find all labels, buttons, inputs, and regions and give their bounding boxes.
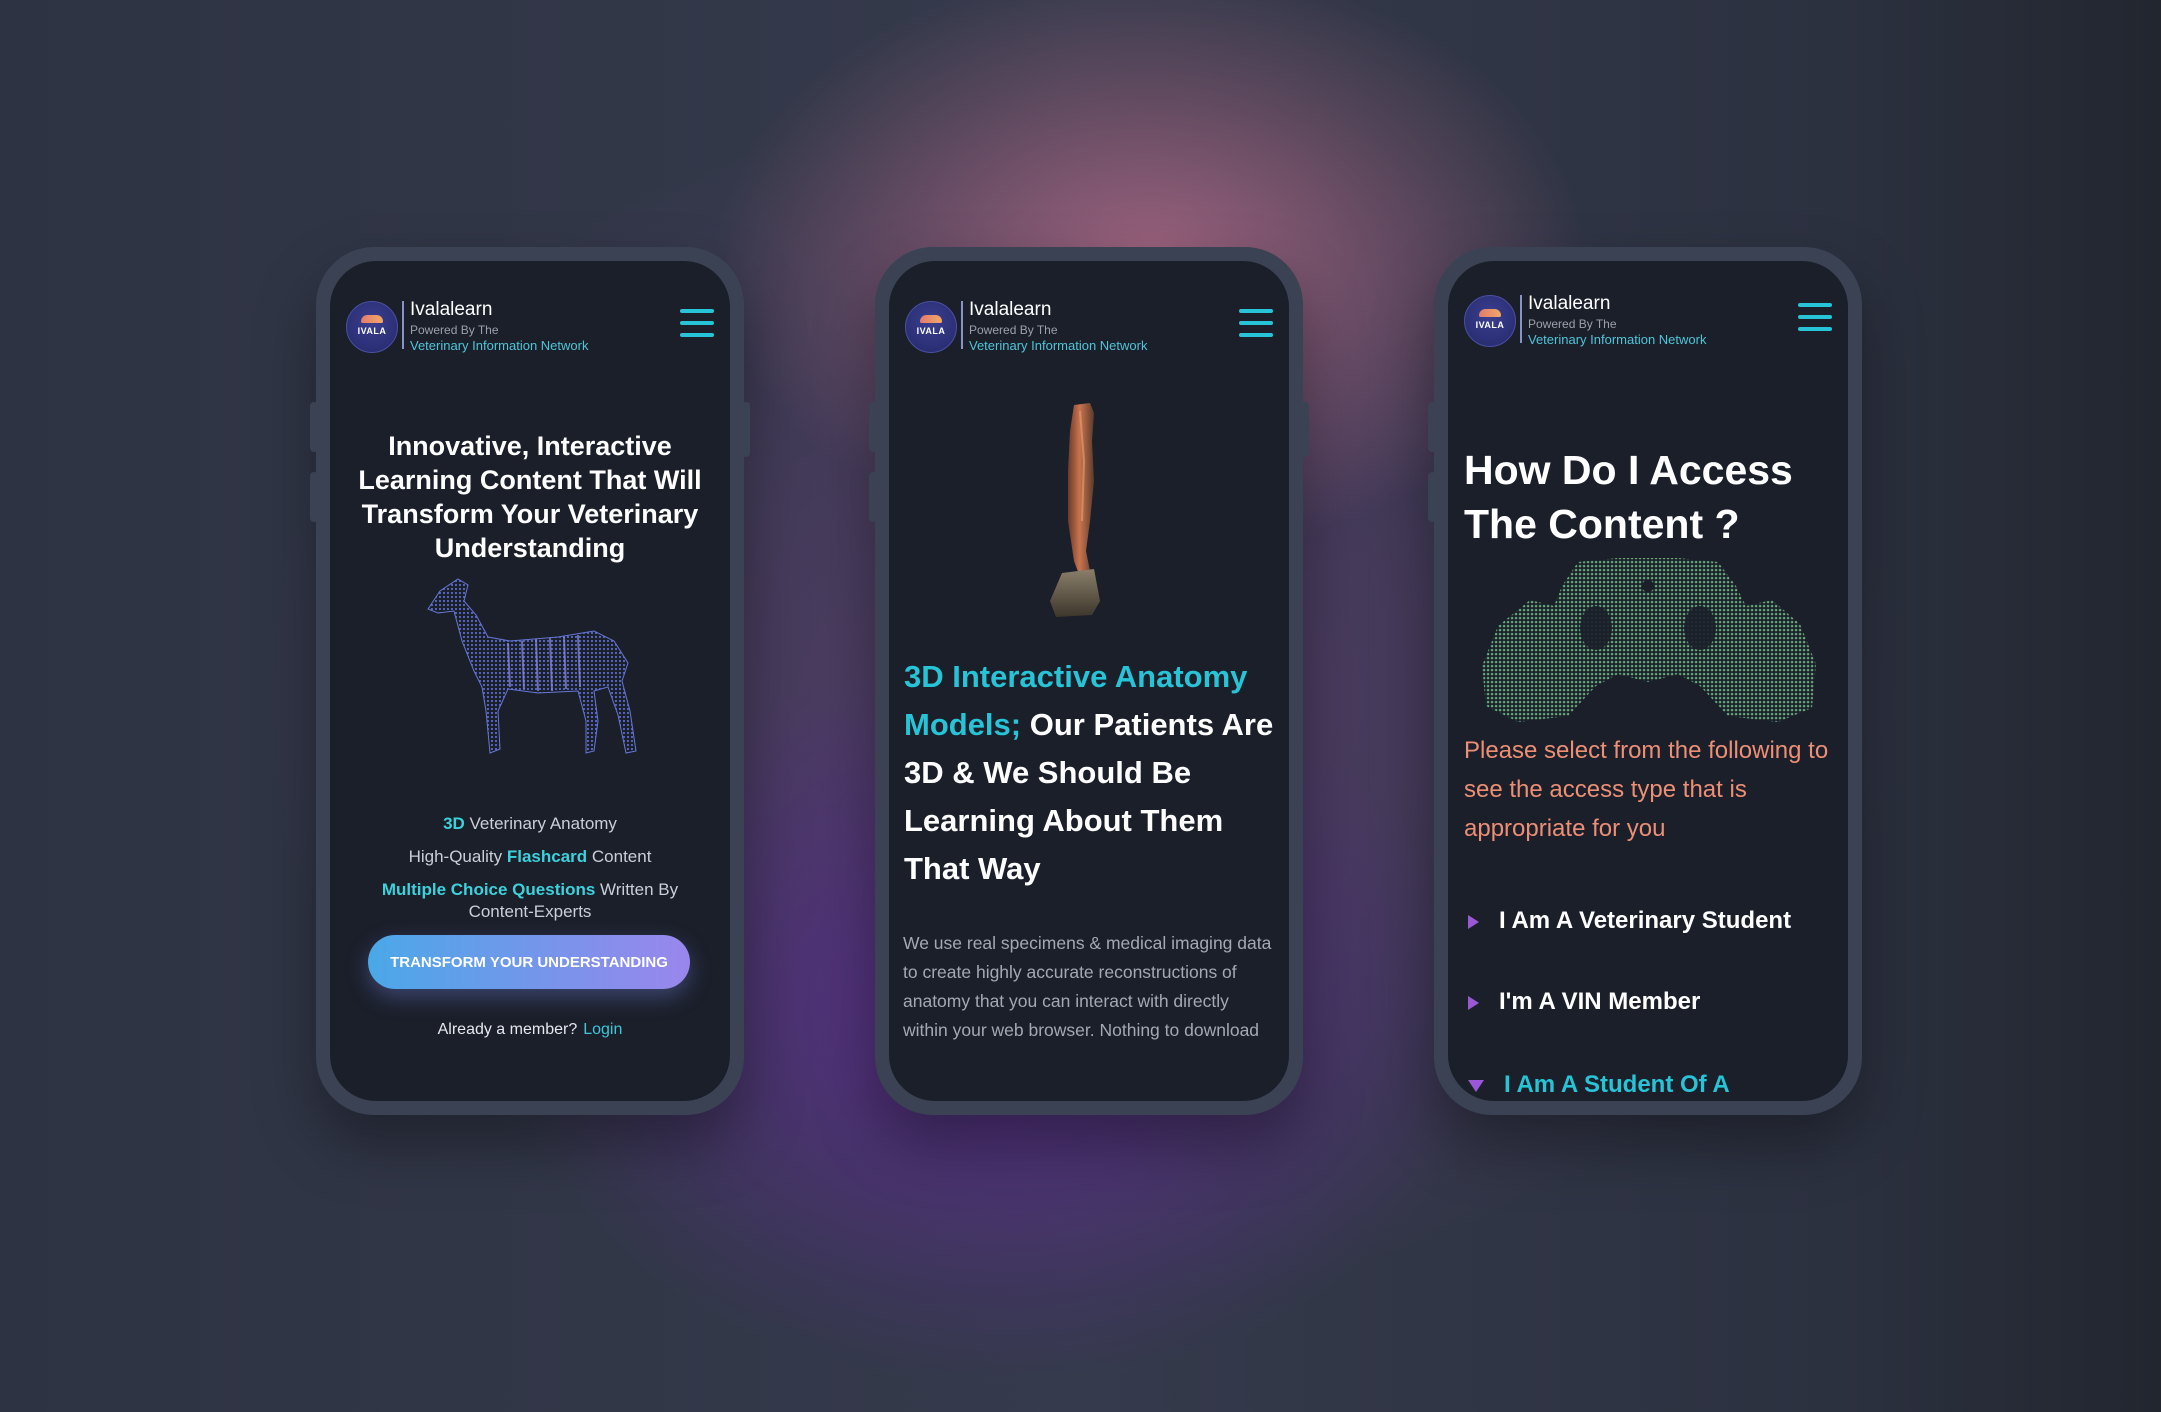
logo-mark-icon: [920, 315, 942, 323]
models-description: We use real specimens & medical imaging …: [903, 933, 1272, 1040]
transform-understanding-button[interactable]: TRANSFORM YOUR UNDERSTANDING: [368, 935, 690, 989]
phone-side-button: [1428, 472, 1436, 522]
hamburger-menu-icon[interactable]: [680, 309, 714, 339]
access-prompt: Please select from the following to see …: [1464, 737, 1829, 842]
triangle-down-icon: [1468, 1079, 1484, 1092]
feature-3d-anatomy: 3D Veterinary Anatomy: [443, 814, 617, 833]
models-headline: 3D Interactive Anatomy Models; Our Patie…: [904, 653, 1277, 893]
triangle-right-icon: [1468, 914, 1479, 929]
horse-skeleton-image: [427, 578, 637, 754]
phone-power-button: [742, 402, 750, 457]
hamburger-menu-icon[interactable]: [1798, 303, 1832, 333]
phone-side-button: [1428, 402, 1436, 452]
feature-flashcards: High-Quality Flashcard Content: [408, 847, 652, 866]
phone-side-button: [869, 402, 877, 452]
brand-network: Veterinary Information Network: [1528, 332, 1707, 347]
brand-name: Ivalalearn: [969, 299, 1052, 320]
logo-text: IVALA: [1475, 320, 1505, 330]
phone-power-button: [1301, 402, 1309, 457]
site-header: IVALA Ivalalearn Powered By The Veterina…: [346, 297, 714, 357]
ivala-logo[interactable]: IVALA: [346, 301, 398, 353]
hero-headline: Innovative, Interactive Learning Content…: [358, 431, 702, 563]
option-label: I Am A Student Of A: [1504, 1071, 1730, 1098]
access-headline: How Do I Access The Content ?: [1464, 447, 1793, 547]
site-header: IVALA Ivalalearn Powered By The Veterina…: [905, 297, 1273, 357]
brand-powered-by: Powered By The: [969, 323, 1058, 337]
logo-mark-icon: [1479, 309, 1501, 317]
brand-network: Veterinary Information Network: [410, 338, 589, 353]
phone-screen: IVALA Ivalalearn Powered By The Veterina…: [1448, 261, 1848, 1101]
phone-screen: IVALA Ivalalearn Powered By The Veterina…: [889, 261, 1289, 1101]
brand-name: Ivalalearn: [410, 299, 493, 320]
brand-network: Veterinary Information Network: [969, 338, 1148, 353]
ivala-logo[interactable]: IVALA: [1464, 295, 1516, 347]
brand-powered-by: Powered By The: [410, 323, 499, 337]
brand-divider: [1520, 295, 1522, 343]
brand-divider: [402, 301, 404, 349]
brand-name: Ivalalearn: [1528, 293, 1611, 314]
feature-mcq: Multiple Choice Questions Written By Con…: [381, 880, 679, 921]
brand-powered-by: Powered By The: [1528, 317, 1617, 331]
hamburger-menu-icon[interactable]: [1239, 309, 1273, 339]
option-veterinary-student[interactable]: I Am A Veterinary Student: [1468, 907, 1838, 935]
logo-text: IVALA: [357, 326, 387, 336]
option-label: I Am A Veterinary Student: [1499, 907, 1792, 934]
phone-mockup-home: IVALA Ivalalearn Powered By The Veterina…: [310, 247, 750, 1115]
phone-side-button: [310, 402, 318, 452]
phone-side-button: [869, 472, 877, 522]
option-student-of-a[interactable]: I Am A Student Of A: [1468, 1071, 1838, 1099]
pelvis-model-image: [1482, 558, 1816, 722]
option-label: I'm A VIN Member: [1499, 988, 1701, 1015]
phone-mockup-3d-models: IVALA Ivalalearn Powered By The Veterina…: [869, 247, 1309, 1115]
ivala-logo[interactable]: IVALA: [905, 301, 957, 353]
member-login-line: Already a member? Login: [330, 1021, 730, 1039]
phone-mockup-access: IVALA Ivalalearn Powered By The Veterina…: [1428, 247, 1862, 1115]
already-member-text: Already a member?: [437, 1021, 578, 1038]
option-vin-member[interactable]: I'm A VIN Member: [1468, 988, 1838, 1016]
limb-bone-model-image: [1050, 403, 1100, 617]
brand-divider: [961, 301, 963, 349]
phone-side-button: [310, 472, 318, 522]
triangle-right-icon: [1468, 995, 1479, 1010]
logo-mark-icon: [361, 315, 383, 323]
phone-screen: IVALA Ivalalearn Powered By The Veterina…: [330, 261, 730, 1101]
site-header: IVALA Ivalalearn Powered By The Veterina…: [1464, 291, 1832, 351]
logo-text: IVALA: [916, 326, 946, 336]
login-link[interactable]: Login: [583, 1021, 622, 1038]
